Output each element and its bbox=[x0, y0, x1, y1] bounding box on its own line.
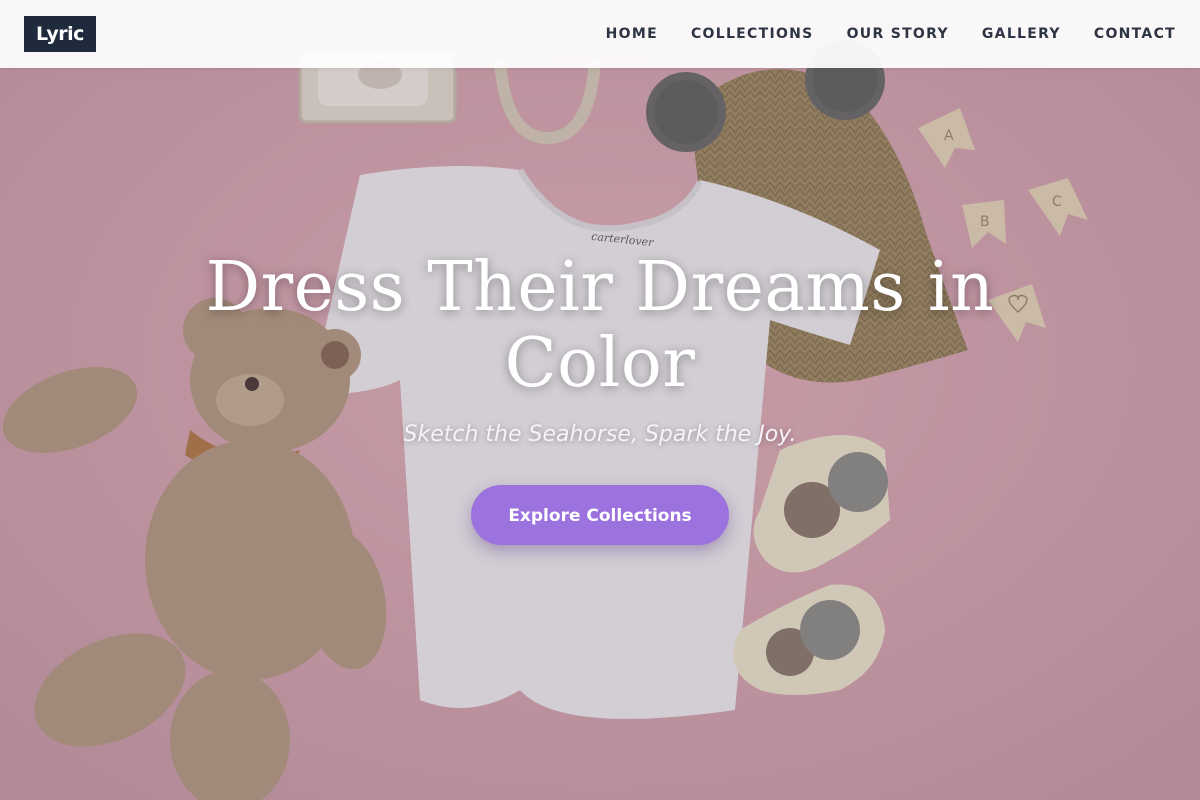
page: A B C carterlover Lyric HOME COLLECTIONS… bbox=[0, 0, 1200, 800]
hero-title: Dress Their Dreams in Color bbox=[205, 248, 995, 403]
nav-contact[interactable]: CONTACT bbox=[1094, 26, 1176, 42]
explore-collections-button[interactable]: Explore Collections bbox=[471, 485, 729, 545]
hero-subtitle: Sketch the Seahorse, Spark the Joy. bbox=[403, 422, 797, 447]
hero-section: Dress Their Dreams in Color Sketch the S… bbox=[0, 250, 1200, 545]
site-header: Lyric HOME COLLECTIONS OUR STORY GALLERY… bbox=[0, 0, 1200, 68]
nav-our-story[interactable]: OUR STORY bbox=[847, 26, 949, 42]
nav-home[interactable]: HOME bbox=[606, 26, 658, 42]
nav-collections[interactable]: COLLECTIONS bbox=[691, 26, 814, 42]
logo[interactable]: Lyric bbox=[24, 16, 96, 52]
main-nav: HOME COLLECTIONS OUR STORY GALLERY CONTA… bbox=[606, 0, 1176, 68]
nav-gallery[interactable]: GALLERY bbox=[982, 26, 1061, 42]
